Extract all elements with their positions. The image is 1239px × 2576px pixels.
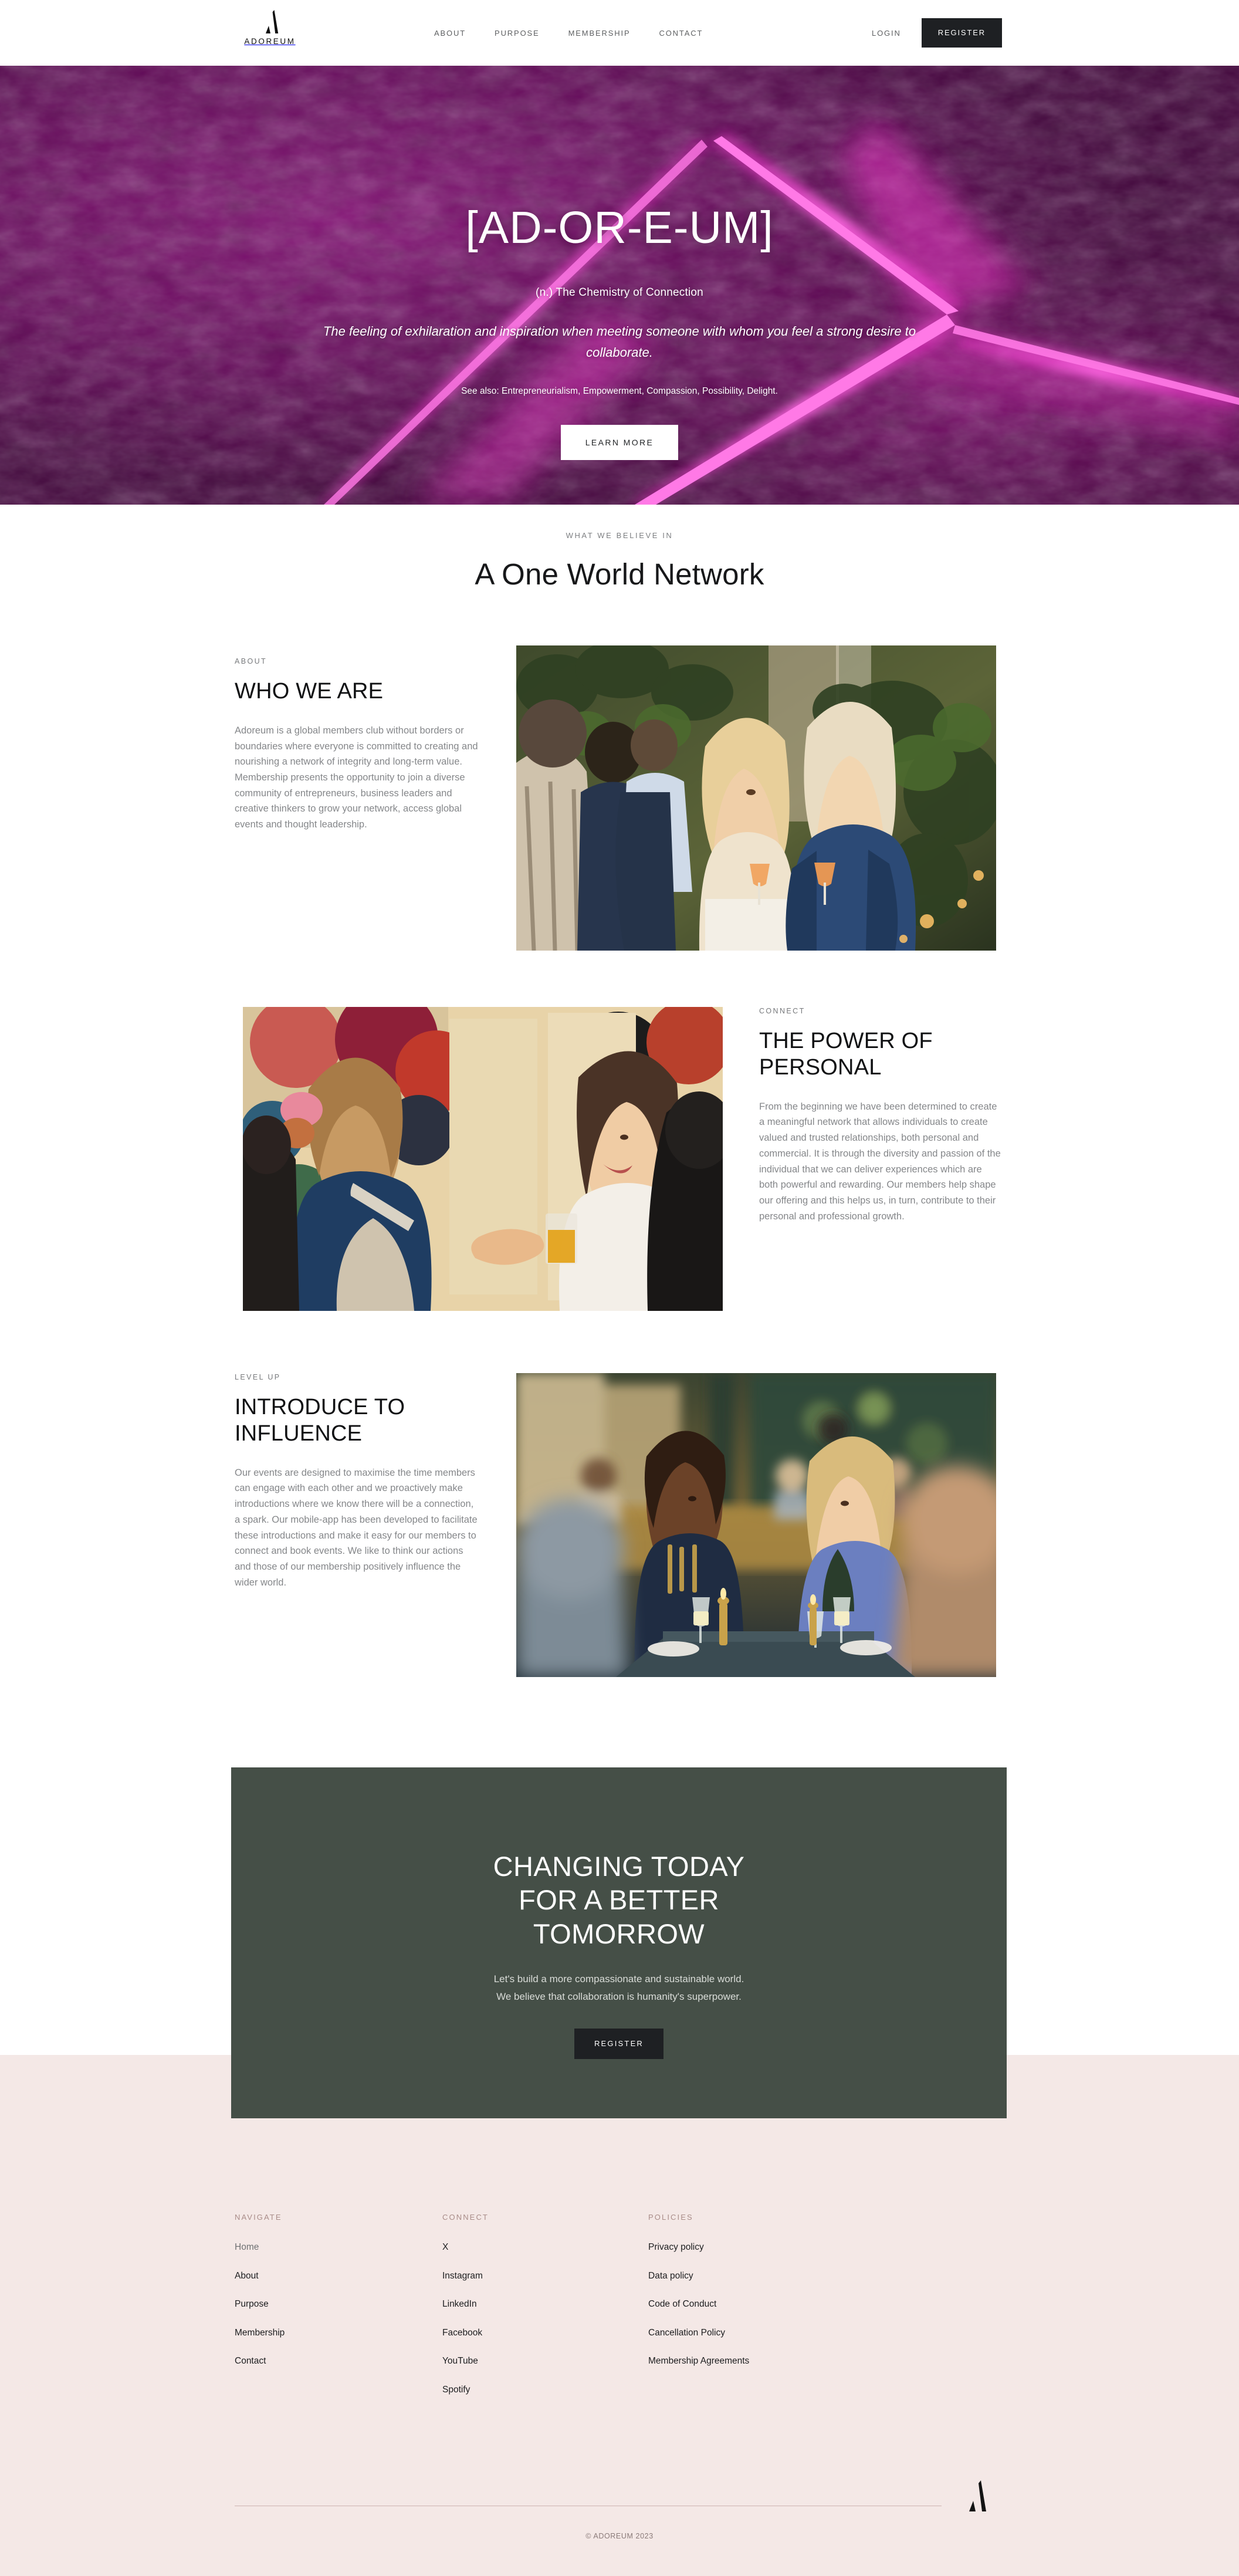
section-title: WHO WE ARE [235, 679, 384, 704]
site-footer: NAVIGATE Home About Purpose Membership C… [0, 2055, 1239, 2576]
cta-title: CHANGING TODAY FOR A BETTER TOMORROW [493, 1850, 745, 1950]
cta-subtitle: Let's build a more compassionate and sus… [494, 1970, 744, 2006]
hero-title: [AD-OR-E-UM] [465, 202, 774, 253]
believe-eyebrow: WHAT WE BELIEVE IN [566, 531, 673, 540]
footer-link-membership-agreements[interactable]: Membership Agreements [648, 2356, 918, 2367]
section-image-introduce-to-influence [516, 1373, 996, 1677]
section-image-who-we-are [516, 645, 996, 951]
section-power-of-personal: CONNECT THE POWER OF PERSONAL From the b… [0, 1007, 1239, 1324]
footer-columns: NAVIGATE Home About Purpose Membership C… [235, 2213, 1004, 2413]
cta-title-line-2: FOR A BETTER [519, 1884, 719, 1916]
section-title: THE POWER OF PERSONAL [759, 1029, 933, 1080]
section-eyebrow: ABOUT [235, 657, 268, 665]
section-who-we-are: ABOUT WHO WE ARE Adoreum is a global mem… [0, 645, 1239, 962]
footer-link-home[interactable]: Home [235, 2242, 442, 2253]
footer-link-purpose[interactable]: Purpose [235, 2299, 442, 2310]
footer-column-policies: POLICIES Privacy policy Data policy Code… [648, 2213, 918, 2413]
login-link[interactable]: LOGIN [872, 29, 901, 38]
section-image-power-of-personal [243, 1007, 723, 1311]
header-actions: LOGIN REGISTER [872, 0, 1002, 66]
nav-item-purpose[interactable]: PURPOSE [495, 29, 540, 38]
cta-title-line-3: TOMORROW [533, 1918, 705, 1949]
register-button-cta[interactable]: REGISTER [574, 2029, 664, 2060]
nav-item-contact[interactable]: CONTACT [659, 29, 703, 38]
footer-heading-connect: CONNECT [442, 2213, 489, 2222]
footer-link-instagram[interactable]: Instagram [442, 2271, 648, 2282]
brand-logo[interactable]: ADOREUM [235, 9, 305, 46]
section-body: Adoreum is a global members club without… [235, 725, 478, 830]
nav-item-membership[interactable]: MEMBERSHIP [568, 29, 631, 38]
footer-link-code-of-conduct[interactable]: Code of Conduct [648, 2299, 918, 2310]
section-body: Our events are designed to maximise the … [235, 1467, 478, 1588]
footer-link-x[interactable]: X [442, 2242, 648, 2253]
believe-title: A One World Network [475, 557, 764, 591]
a-monogram-icon [261, 9, 279, 34]
footer-link-membership[interactable]: Membership [235, 2328, 442, 2339]
footer-link-privacy-policy[interactable]: Privacy policy [648, 2242, 918, 2253]
section-body: From the beginning we have been determin… [759, 1101, 1001, 1222]
believe-section: WHAT WE BELIEVE IN A One World Network [0, 531, 1239, 591]
nav-item-about[interactable]: ABOUT [434, 29, 466, 38]
footer-link-facebook[interactable]: Facebook [442, 2328, 648, 2339]
footer-link-linkedin[interactable]: LinkedIn [442, 2299, 648, 2310]
hero-see-also: See also: Entrepreneurialism, Empowermen… [461, 386, 778, 397]
page-root: ADOREUM ABOUT PURPOSE MEMBERSHIP CONTACT… [0, 0, 1239, 2576]
footer-heading-navigate: NAVIGATE [235, 2213, 282, 2222]
section-introduce-to-influence: LEVEL UP INTRODUCE TO INFLUENCE Our even… [0, 1373, 1239, 1690]
footer-link-spotify[interactable]: Spotify [442, 2385, 648, 2396]
footer-a-monogram-icon [963, 2479, 987, 2512]
section-title: INTRODUCE TO INFLUENCE [235, 1395, 405, 1446]
section-text-block: CONNECT THE POWER OF PERSONAL From the b… [759, 1007, 1003, 1224]
brand-wordmark: ADOREUM [244, 37, 296, 46]
primary-nav: ABOUT PURPOSE MEMBERSHIP CONTACT [434, 0, 703, 66]
learn-more-button[interactable]: LEARN MORE [560, 425, 679, 461]
cta-subtitle-line-1: Let's build a more compassionate and sus… [493, 1973, 744, 1985]
footer-heading-policies: POLICIES [648, 2213, 693, 2222]
hero-content: [AD-OR-E-UM] (n.) The Chemistry of Conne… [0, 66, 1239, 505]
section-text-block: LEVEL UP INTRODUCE TO INFLUENCE Our even… [235, 1373, 478, 1590]
section-text-block: ABOUT WHO WE ARE Adoreum is a global mem… [235, 657, 478, 833]
cta-title-line-1: CHANGING TODAY [493, 1851, 745, 1882]
hero-section: [AD-OR-E-UM] (n.) The Chemistry of Conne… [0, 66, 1239, 505]
site-header: ADOREUM ABOUT PURPOSE MEMBERSHIP CONTACT… [0, 0, 1239, 66]
footer-column-connect: CONNECT X Instagram LinkedIn Facebook Yo… [442, 2213, 648, 2413]
hero-definition: The feeling of exhilaration and inspirat… [323, 324, 916, 360]
section-eyebrow: LEVEL UP [235, 1373, 281, 1381]
cta-subtitle-line-2: We believe that collaboration is humanit… [496, 1990, 742, 2002]
footer-link-cancellation-policy[interactable]: Cancellation Policy [648, 2328, 918, 2339]
cta-section: CHANGING TODAY FOR A BETTER TOMORROW Let… [231, 1767, 1007, 2118]
footer-link-contact[interactable]: Contact [235, 2356, 442, 2367]
footer-link-youtube[interactable]: YouTube [442, 2356, 648, 2367]
hero-subtitle: (n.) The Chemistry of Connection [536, 286, 703, 299]
footer-column-navigate: NAVIGATE Home About Purpose Membership C… [235, 2213, 442, 2413]
footer-link-data-policy[interactable]: Data policy [648, 2271, 918, 2282]
copyright-text: © ADOREUM 2023 [585, 2532, 654, 2540]
section-eyebrow: CONNECT [759, 1007, 805, 1015]
register-button-header[interactable]: REGISTER [921, 18, 1002, 48]
footer-link-about[interactable]: About [235, 2271, 442, 2282]
